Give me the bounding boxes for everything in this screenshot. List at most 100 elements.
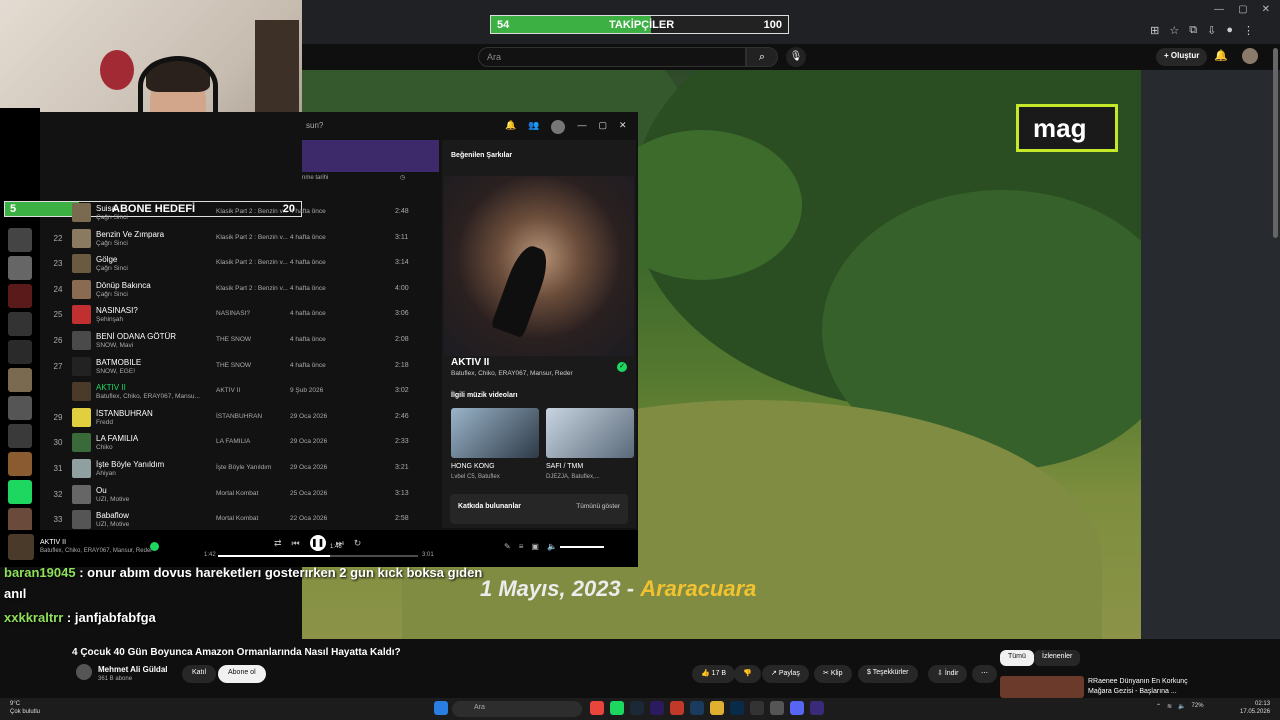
track-title[interactable]: İşte Böyle Yanıldım — [96, 460, 164, 469]
track-album[interactable]: Mortal Kombat — [216, 515, 258, 522]
library-cover[interactable] — [8, 312, 32, 336]
channel-avatar[interactable] — [76, 664, 92, 680]
track-artist[interactable]: Şehinşah — [96, 316, 123, 323]
repeat-icon[interactable]: ↻ — [354, 538, 362, 549]
track-row[interactable]: 23 Gölge Çağrı Sinci Klasik Part 2 : Benzin… — [40, 251, 440, 276]
track-row[interactable]: 27 BATMOBILE SNOW, EGE! THE SNOW 4 hafta önc… — [40, 354, 440, 379]
video-thumb[interactable] — [451, 408, 539, 458]
track-album[interactable]: THE SNOW — [216, 336, 251, 343]
library-cover[interactable] — [8, 284, 32, 308]
track-artist[interactable]: Çağrı Sinci — [96, 240, 128, 247]
obs-icon[interactable] — [810, 701, 824, 715]
dislike-button[interactable]: 👎 — [734, 665, 761, 683]
library-cover[interactable] — [8, 424, 32, 448]
track-title[interactable]: İSTANBUHRAN — [96, 409, 153, 418]
track-artist[interactable]: UZI, Motive — [96, 496, 129, 503]
player-cover[interactable] — [8, 534, 34, 560]
wifi-icon[interactable]: ≋ — [1167, 703, 1172, 710]
library-cover[interactable] — [8, 340, 32, 364]
video-title[interactable]: SAFI / TMM — [546, 463, 583, 470]
track-row[interactable]: 31 İşte Böyle Yanıldım Ahiyan İşte Böyle Ya… — [40, 456, 440, 481]
star-icon[interactable]: ☆ — [1169, 24, 1179, 37]
now-playing-title[interactable]: AKTIV II — [451, 357, 489, 368]
track-album[interactable]: Mortal Kombat — [216, 490, 258, 497]
track-title[interactable]: Suisa — [96, 204, 116, 213]
join-button[interactable]: Katıl — [182, 665, 217, 683]
weather-widget[interactable]: 9°C Çok bulutlu — [10, 700, 40, 716]
track-album[interactable]: Klasik Part 2 : Benzin v... — [216, 208, 288, 215]
search-input[interactable]: Ara — [478, 47, 746, 67]
track-album[interactable]: Klasik Part 2 : Benzin v... — [216, 234, 288, 241]
track-album[interactable]: İşte Böyle Yanıldım — [216, 464, 271, 471]
chevron-up-icon[interactable]: ⌃ — [1156, 703, 1161, 710]
track-album[interactable]: THE SNOW — [216, 362, 251, 369]
track-title[interactable]: BENİ ODANA GÖTÜR — [96, 332, 176, 341]
clip-button[interactable]: ✂ Klip — [814, 665, 852, 683]
video-thumb[interactable] — [546, 408, 634, 458]
track-artist[interactable]: Fredd — [96, 419, 113, 426]
page-scrollbar[interactable] — [1273, 48, 1278, 238]
track-artist[interactable]: SNOW, EGE! — [96, 368, 135, 375]
library-cover[interactable] — [8, 396, 32, 420]
now-playing-artists[interactable]: Batuflex, Chiko, ERAY067, Mansur, Reder — [451, 370, 573, 377]
track-artist[interactable]: UZI, Motive — [96, 521, 129, 528]
avatar[interactable] — [1242, 48, 1258, 64]
avatar[interactable] — [551, 120, 566, 134]
track-title[interactable]: Dönüp Bakınca — [96, 281, 151, 290]
chip-watched[interactable]: İzlenenler — [1034, 650, 1081, 666]
track-artist[interactable]: Chiko — [96, 444, 113, 451]
video-title[interactable]: HONG KONG — [451, 463, 495, 470]
device-icon[interactable]: ▣ — [531, 542, 539, 551]
discord-icon[interactable] — [790, 701, 804, 715]
lightroom-icon[interactable] — [690, 701, 704, 715]
track-artist[interactable]: Ahiyan — [96, 470, 116, 477]
spotify-search-input[interactable]: sun? — [306, 121, 323, 130]
track-row[interactable]: 24 Dönüp Bakınca Çağrı Sinci Klasik Part 2 … — [40, 277, 440, 302]
track-title[interactable]: AKTIV II — [96, 383, 126, 392]
more-button[interactable]: ⋯ — [972, 665, 997, 683]
track-album[interactable]: İSTANBUHRAN — [216, 413, 262, 420]
library-cover[interactable] — [8, 256, 32, 280]
maximize-icon[interactable]: ▢ — [598, 120, 607, 134]
track-row[interactable]: 22 Benzin Ve Zımpara Çağrı Sinci Klasik Par… — [40, 226, 440, 251]
folder-icon[interactable] — [710, 701, 724, 715]
track-album[interactable]: AKTIV II — [216, 387, 240, 394]
recommended-thumb[interactable] — [1000, 676, 1084, 698]
subscribe-button[interactable]: Abone ol — [218, 665, 266, 683]
channel-name[interactable]: Mehmet Ali Güldal — [98, 665, 168, 674]
track-album[interactable]: Klasik Part 2 : Benzin v... — [216, 285, 288, 292]
create-button[interactable]: + Oluştur — [1156, 48, 1208, 66]
progress-bar[interactable] — [218, 555, 418, 557]
steam-icon[interactable] — [630, 701, 644, 715]
lyrics-icon[interactable]: ✎ — [504, 542, 511, 551]
photoshop-icon[interactable] — [730, 701, 744, 715]
player-title[interactable]: AKTIV II — [40, 539, 66, 546]
chip-all[interactable]: Tümü — [1000, 650, 1034, 666]
download-button[interactable]: ⇩ İndir — [928, 665, 968, 683]
library-cover[interactable] — [8, 228, 32, 252]
close-icon[interactable]: ✕ — [619, 120, 627, 134]
track-title[interactable]: Ou — [96, 486, 107, 495]
track-album[interactable]: NASINASI? — [216, 310, 250, 317]
track-artist[interactable]: SNOW, Mavi — [96, 342, 133, 349]
clock[interactable]: 02:13 17.05.2026 — [1240, 700, 1270, 716]
track-row[interactable]: AKTIV II Batuflex, Chiko, ERAY067, Mansu.… — [40, 379, 440, 404]
friends-icon[interactable]: 👥 — [528, 120, 539, 134]
date-added-header[interactable]: nme tarihi — [302, 175, 328, 181]
app-icon[interactable] — [770, 701, 784, 715]
track-title[interactable]: LA FAMILIA — [96, 434, 138, 443]
pause-button[interactable]: ❚❚ — [309, 535, 326, 551]
thanks-button[interactable]: $ Teşekkürler — [858, 665, 918, 683]
install-icon[interactable]: ⊞ — [1150, 24, 1159, 37]
system-tray[interactable]: ⌃ ≋ 🔈 72% — [1156, 703, 1204, 710]
bell-icon[interactable]: 🔔 — [1214, 49, 1228, 62]
window-controls[interactable]: — ▢ ✕ — [1214, 4, 1270, 15]
track-artist[interactable]: Batuflex, Chiko, ERAY067, Mansu... — [96, 393, 200, 400]
track-title[interactable]: Babaflow — [96, 511, 129, 520]
track-title[interactable]: Benzin Ve Zımpara — [96, 230, 164, 239]
chrome-icon[interactable] — [590, 701, 604, 715]
library-cover[interactable] — [8, 452, 32, 476]
shuffle-icon[interactable]: ⇄ — [274, 538, 282, 549]
spotify-icon[interactable] — [610, 701, 624, 715]
track-title[interactable]: BATMOBILE — [96, 358, 141, 367]
